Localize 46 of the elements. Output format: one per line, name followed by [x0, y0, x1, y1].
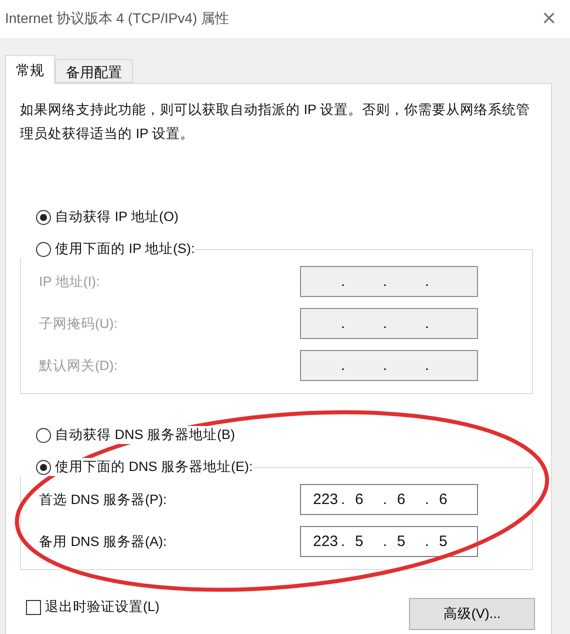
dot-separator: . [382, 357, 387, 374]
dot-separator: . [382, 491, 387, 508]
field-label: 子网掩码(U): [39, 314, 118, 332]
field-label: 备用 DNS 服务器(A): [39, 532, 167, 550]
octet-text: 6 [439, 491, 448, 508]
checkbox[interactable] [26, 600, 41, 614]
dot-separator: . [382, 273, 387, 290]
tab[interactable]: 备用配置 [55, 59, 133, 83]
dot-separator: . [340, 315, 345, 332]
window-title: Internet 协议版本 4 (TCP/IPv4) 属性 [5, 10, 230, 28]
checkbox-label: 退出时验证设置(L) [45, 598, 160, 616]
radio-label: 使用下面的 IP 地址(S): [55, 240, 195, 258]
dot-separator: . [382, 533, 387, 550]
field-label: 默认网关(D): [39, 356, 118, 374]
dot-separator: . [340, 357, 345, 374]
field-label: IP 地址(I): [39, 272, 100, 290]
radio-button[interactable] [36, 242, 51, 256]
dot-separator: . [424, 273, 429, 290]
close-icon[interactable]: × [542, 5, 556, 33]
ip-address-field[interactable]: 223 . 5 . 5 . 5 [300, 526, 478, 557]
radio-button[interactable] [36, 428, 51, 442]
octet-text: 5 [397, 533, 406, 550]
octet-text: 223 [313, 491, 338, 508]
radio-label: 自动获得 IP 地址(O) [55, 208, 179, 226]
octet-text: 223 [313, 533, 338, 550]
radio-label: 使用下面的 DNS 服务器地址(E): [55, 458, 253, 476]
dot-separator: . [424, 491, 429, 508]
octet-text: 5 [439, 533, 448, 550]
octet-text: 5 [355, 533, 364, 550]
octet-text: 6 [397, 491, 406, 508]
dot-separator: . [424, 533, 429, 550]
radio-label: 自动获得 DNS 服务器地址(B) [55, 426, 235, 444]
dot-separator: . [382, 315, 387, 332]
radio-button[interactable] [36, 210, 51, 224]
dot-separator: . [340, 533, 345, 550]
description-text: 如果网络支持此功能，则可以获取自动指派的 IP 设置。否则，你需要从网络系统管理员处获得适当的 IP 设置。 [20, 101, 530, 143]
ip-address-field[interactable]: 223 . 6 . 6 . 6 [300, 484, 478, 515]
field-label: 首选 DNS 服务器(P): [39, 490, 167, 508]
radio-button[interactable] [36, 460, 51, 474]
octet-text: 6 [355, 491, 364, 508]
advanced-button[interactable]: 高级(V)... [409, 598, 535, 630]
dot-separator: . [424, 315, 429, 332]
tab[interactable]: 常规 [5, 55, 55, 84]
dot-separator: . [424, 357, 429, 374]
dot-separator: . [340, 273, 345, 290]
dot-separator: . [340, 491, 345, 508]
